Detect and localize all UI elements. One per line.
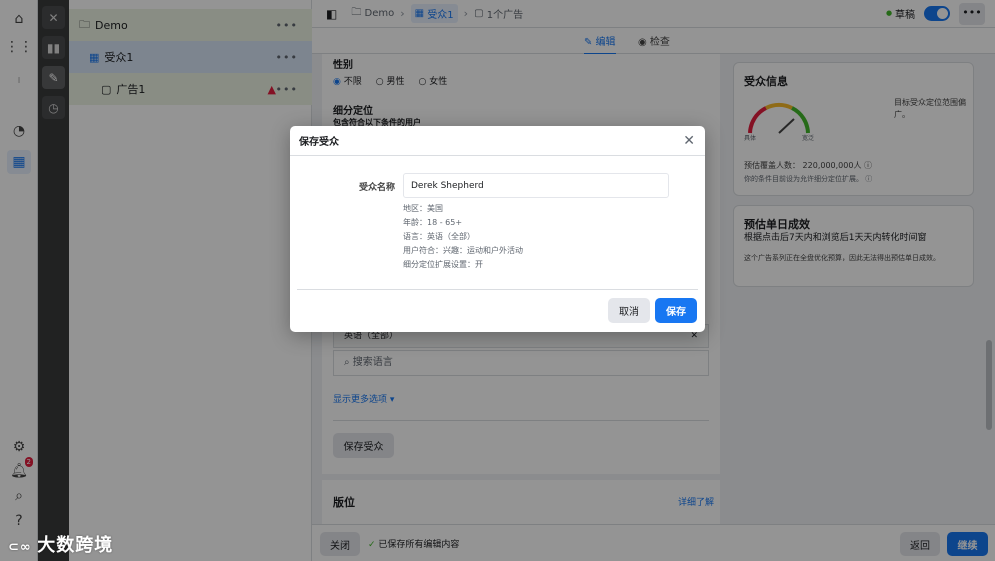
dialog-footer-divider xyxy=(297,289,698,290)
watermark-logo: ⊂∞ 大数跨境 xyxy=(8,535,114,556)
cancel-button[interactable]: 取消 xyxy=(608,298,650,323)
audience-name-label: 受众名称 xyxy=(359,183,396,193)
save-button[interactable]: 保存 xyxy=(655,298,697,323)
audience-name-input[interactable]: Derek Shepherd xyxy=(403,173,669,198)
detail-language: 语言：英语（全部） xyxy=(403,232,475,241)
dialog-title: 保存受众 xyxy=(290,126,705,156)
watermark-mark-icon: ⊂∞ xyxy=(8,540,38,555)
detail-interests: 用户符合：兴趣：运动和户外活动 xyxy=(403,246,523,255)
save-audience-dialog: 保存受众 ✕ 受众名称 Derek Shepherd 地区：美国 年龄：18 -… xyxy=(290,126,705,332)
detail-age: 年龄：18 - 65+ xyxy=(403,218,463,227)
detail-expansion: 细分定位扩展设置：开 xyxy=(403,260,483,269)
detail-location: 地区：美国 xyxy=(403,204,443,213)
close-icon[interactable]: ✕ xyxy=(683,133,695,149)
